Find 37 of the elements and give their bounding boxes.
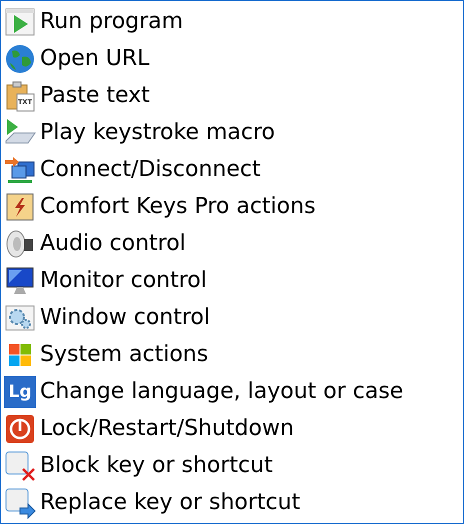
menu-item[interactable]: Connect/Disconnect (4, 151, 463, 188)
menu-item[interactable]: Replace key or shortcut (4, 484, 463, 521)
menu-item-label: Open URL (40, 46, 150, 71)
menu-item[interactable]: Play keystroke macro (4, 114, 463, 151)
replace-key-icon (4, 486, 36, 518)
blocked-key-icon (4, 450, 36, 482)
menu-item-label: Audio control (40, 231, 186, 256)
menu-item[interactable]: Audio control (4, 225, 463, 262)
menu-item-label: Play keystroke macro (40, 120, 276, 145)
menu-item-label: Replace key or shortcut (40, 490, 300, 515)
menu-item-label: Connect/Disconnect (40, 157, 261, 182)
menu-item-label: Block key or shortcut (40, 453, 273, 478)
lightning-icon (4, 190, 36, 222)
menu-item[interactable]: Lock/Restart/Shutdown (4, 410, 463, 447)
menu-item[interactable]: Lg Change language, layout or case (4, 373, 463, 410)
menu-item[interactable]: Open URL (4, 40, 463, 77)
power-icon (4, 412, 36, 444)
language-icon: Lg (4, 376, 36, 408)
globe-icon (4, 42, 36, 74)
monitor-icon (4, 264, 36, 296)
menu-item[interactable]: Run program (4, 3, 463, 40)
menu-item-label: Monitor control (40, 268, 207, 293)
clipboard-icon (4, 80, 36, 112)
menu-item-label: Window control (40, 305, 210, 330)
speaker-icon (4, 228, 36, 260)
menu-item[interactable]: Block key or shortcut (4, 447, 463, 484)
menu-item-label: Comfort Keys Pro actions (40, 194, 316, 219)
menu-item[interactable]: Window control (4, 299, 463, 336)
menu-item-label: Run program (40, 9, 184, 34)
menu-item[interactable]: Comfort Keys Pro actions (4, 188, 463, 225)
menu-item[interactable]: System actions (4, 336, 463, 373)
menu-item[interactable]: Monitor control (4, 262, 463, 299)
menu-item-label: Change language, layout or case (40, 379, 404, 404)
menu-item-label: System actions (40, 342, 208, 367)
menu-item-label: Lock/Restart/Shutdown (40, 416, 294, 441)
menu-item-label: Paste text (40, 83, 150, 108)
play-window-icon (4, 6, 36, 38)
